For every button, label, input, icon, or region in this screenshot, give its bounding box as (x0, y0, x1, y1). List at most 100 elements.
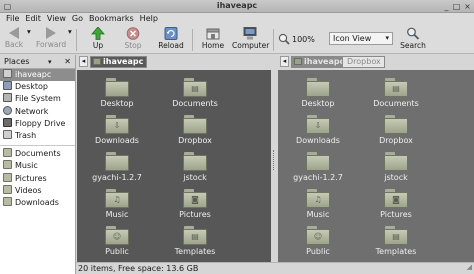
folder-icon (183, 152, 207, 171)
sidebar-item-music[interactable]: Music (0, 160, 75, 172)
folder-icon: ⇩ (306, 115, 330, 134)
view-mode-select[interactable]: Icon View ▾ (329, 32, 393, 45)
folder-icon (384, 115, 408, 134)
minimize-icon[interactable]: _ (442, 2, 451, 11)
folder-item[interactable]: ⇩ Downloads (278, 115, 358, 145)
right-file-pane[interactable]: Desktop ▤ Documents ⇩ Downloads Dropbox gyachi… (278, 70, 474, 262)
folder-item[interactable]: gyachi-1.2.7 (77, 152, 157, 182)
computer-button[interactable]: Computer (232, 27, 269, 50)
left-file-pane[interactable]: Desktop ▤ Documents ⇩ Downloads Dropbox gyachi… (77, 70, 271, 262)
up-button[interactable]: Up (88, 27, 108, 50)
breadcrumb-dropbox[interactable]: Dropbox (342, 56, 385, 68)
folder-item[interactable]: ♫ Music (77, 189, 157, 219)
folder-item[interactable]: ▤ Templates (155, 226, 235, 256)
sidebar-item-trash[interactable]: Trash (0, 129, 75, 142)
title-bar: ▢ ihaveapc _ □ × (0, 0, 474, 13)
menu-help[interactable]: Help (137, 13, 161, 25)
forward-button[interactable]: Forward (36, 27, 66, 49)
close-sidebar-icon[interactable]: ✕ (64, 55, 71, 69)
pane-divider[interactable] (271, 70, 278, 262)
folder-icon (183, 115, 207, 134)
folder-icon: ▤ (384, 78, 408, 97)
menu-file[interactable]: File (3, 13, 22, 25)
folder-item[interactable]: Desktop (278, 78, 358, 108)
menu-view[interactable]: View (44, 13, 69, 25)
folder-item[interactable]: jstock (155, 152, 235, 182)
sidebar-item-videos[interactable]: Videos (0, 184, 75, 197)
folder-item[interactable]: ▤ Documents (356, 78, 436, 108)
sidebar-item-home[interactable]: ihaveapc (0, 69, 75, 82)
resize-grip-icon[interactable]: ◢ (467, 262, 472, 273)
folder-emblem-icon: ▤ (392, 232, 400, 241)
reload-icon (164, 27, 178, 40)
back-history-dropdown[interactable]: ▾ (27, 27, 31, 36)
sidebar-item-documents[interactable]: Documents (0, 148, 75, 160)
sidebar-header[interactable]: Places ▾ ✕ (0, 55, 75, 69)
sidebar-item-desktop[interactable]: Desktop (0, 81, 75, 93)
folder-emblem-icon: ◙ (392, 195, 400, 204)
home-icon (3, 69, 12, 78)
zoom-icon[interactable] (278, 33, 290, 45)
folder-item[interactable]: ♫ Music (278, 189, 358, 219)
search-button[interactable]: Search (400, 27, 426, 50)
close-icon[interactable]: × (463, 2, 472, 11)
sidebar-item-floppy[interactable]: Floppy Drive (0, 117, 75, 130)
breadcrumb-home[interactable]: ihaveapc (291, 56, 349, 68)
maximize-icon[interactable]: □ (452, 2, 461, 11)
folder-icon (306, 78, 330, 97)
home-button[interactable]: Home (200, 27, 226, 50)
status-text: 20 items, Free space: 13.6 GB (78, 264, 199, 273)
folder-item[interactable]: Dropbox (356, 115, 436, 145)
drive-icon (3, 93, 12, 103)
folder-item[interactable]: ⇩ Downloads (77, 115, 157, 145)
sidebar-item-network[interactable]: Network (0, 105, 75, 118)
toolbar: Back ▾ Forward ▾ Up Stop Reload Home Com… (0, 25, 474, 54)
folder-item[interactable]: ◙ Pictures (356, 189, 436, 219)
toolbar-separator (273, 29, 274, 51)
folder-icon (105, 78, 129, 97)
folder-item[interactable]: Dropbox (155, 115, 235, 145)
folder-label: Documents (172, 99, 218, 108)
folder-label: Templates (174, 247, 216, 256)
breadcrumb-home[interactable]: ihaveapc (90, 56, 148, 68)
sidebar-item-downloads[interactable]: Downloads (0, 196, 75, 209)
folder-item[interactable]: ☺ Public (278, 226, 358, 256)
folder-label: gyachi-1.2.7 (293, 173, 343, 182)
chevron-down-icon[interactable]: ▾ (48, 55, 52, 69)
folder-icon (3, 148, 12, 158)
zoom-level[interactable]: 100% (292, 35, 315, 44)
sidebar-divider (0, 142, 75, 147)
reload-button[interactable]: Reload (157, 27, 185, 50)
path-scroll-left-icon[interactable]: ◂ (280, 56, 289, 67)
folder-item[interactable]: jstock (356, 152, 436, 182)
folder-item[interactable]: ◙ Pictures (155, 189, 235, 219)
sidebar-item-pictures[interactable]: Pictures (0, 172, 75, 185)
folder-item[interactable]: ☺ Public (77, 226, 157, 256)
folder-item[interactable]: ▤ Documents (155, 78, 235, 108)
folder-label: Pictures (179, 210, 211, 219)
folder-label: Downloads (296, 136, 340, 145)
folder-item[interactable]: Desktop (77, 78, 157, 108)
folder-icon (306, 152, 330, 171)
folder-icon (3, 160, 12, 170)
folder-label: Dropbox (178, 136, 212, 145)
sidebar-item-file-system[interactable]: File System (0, 93, 75, 105)
folder-item[interactable]: ▤ Templates (356, 226, 436, 256)
menu-go[interactable]: Go (69, 13, 86, 25)
stop-icon (126, 27, 140, 40)
folder-icon: ▤ (183, 226, 207, 245)
folder-label: Public (105, 247, 129, 256)
path-scroll-left-icon[interactable]: ◂ (79, 56, 88, 67)
stop-button[interactable]: Stop (121, 27, 145, 50)
back-button[interactable]: Back (4, 27, 24, 49)
network-icon (3, 105, 12, 115)
forward-history-dropdown[interactable]: ▾ (68, 27, 72, 36)
chevron-down-icon: ▾ (385, 34, 389, 42)
menu-bookmarks[interactable]: Bookmarks (86, 13, 137, 25)
folder-label: jstock (183, 173, 207, 182)
places-list: ihaveapc Desktop File System Network Flo… (0, 69, 75, 142)
folder-item[interactable]: gyachi-1.2.7 (278, 152, 358, 182)
desktop-icon (3, 81, 12, 91)
folder-icon (105, 152, 129, 171)
menu-edit[interactable]: Edit (22, 13, 44, 25)
